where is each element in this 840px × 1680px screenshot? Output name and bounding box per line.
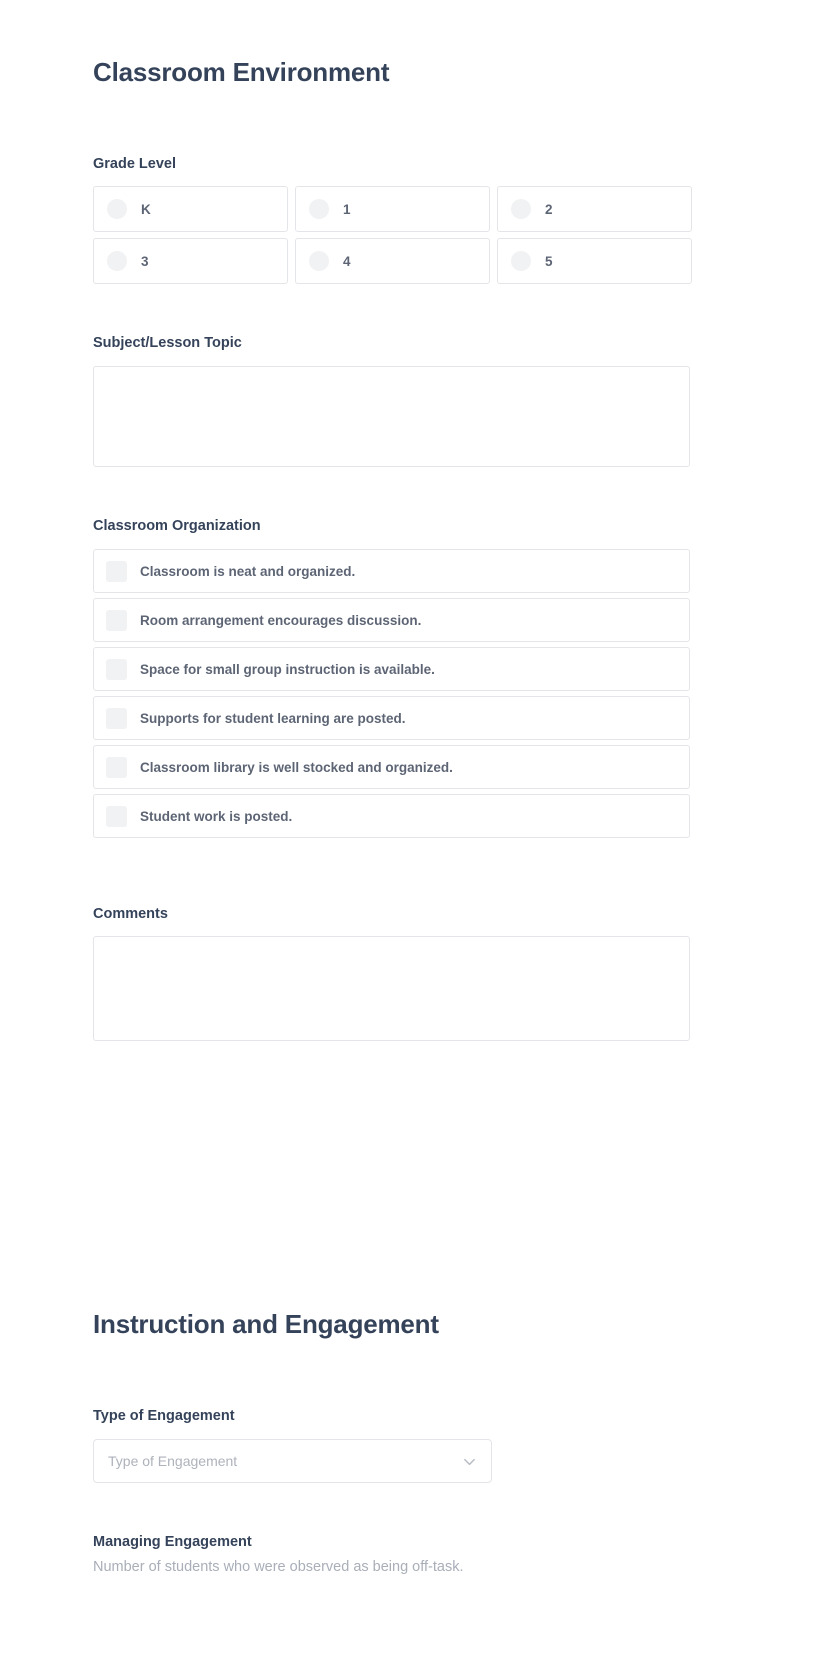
section-title-instruction-and-engagement: Instruction and Engagement [93,1309,439,1339]
radio-circle-icon [511,251,531,271]
checkbox-square-icon [106,658,127,680]
comments-label: Comments [93,906,168,922]
checkbox-label: Space for small group instruction is ava… [140,661,435,677]
classroom-organization-label: Classroom Organization [93,518,261,534]
radio-option-k[interactable]: K [93,186,288,232]
managing-engagement-label: Managing Engagement [93,1534,252,1550]
section-instruction-and-engagement: Instruction and Engagement [93,1310,691,1339]
radio-option-5[interactable]: 5 [497,238,692,284]
radio-circle-icon [107,199,127,219]
radio-circle-icon [309,251,329,271]
checkbox-square-icon [106,805,127,827]
subject-lesson-topic-label: Subject/Lesson Topic [93,335,242,351]
comments-input-wrap [93,936,691,1041]
radio-option-2[interactable]: 2 [497,186,692,232]
chevron-down-icon [464,1458,475,1465]
classroom-organization-checklist: Classroom is neat and organized. Room ar… [93,549,691,838]
radio-label: K [141,201,151,217]
checkbox-row-small-group-space[interactable]: Space for small group instruction is ava… [93,647,690,691]
field-managing-engagement: Managing Engagement Number of students w… [93,1534,691,1577]
type-of-engagement-label: Type of Engagement [93,1408,235,1424]
radio-label: 4 [343,253,351,269]
checkbox-square-icon [106,609,127,631]
type-of-engagement-select-wrap: Type of Engagement [93,1439,691,1483]
radio-circle-icon [107,251,127,271]
checkbox-label: Student work is posted. [140,808,293,824]
radio-label: 2 [545,201,553,217]
checkbox-square-icon [106,756,127,778]
checkbox-row-neat-organized[interactable]: Classroom is neat and organized. [93,549,690,593]
field-grade-level: Grade Level [93,156,691,173]
checkbox-square-icon [106,707,127,729]
checkbox-label: Room arrangement encourages discussion. [140,612,422,628]
radio-circle-icon [309,199,329,219]
field-type-of-engagement: Type of Engagement [93,1408,691,1425]
checkbox-row-classroom-library[interactable]: Classroom library is well stocked and or… [93,745,690,789]
subject-lesson-topic-input-wrap [93,366,691,467]
section-title-classroom-environment: Classroom Environment [93,57,390,87]
field-subject-lesson-topic: Subject/Lesson Topic [93,335,691,352]
radio-option-1[interactable]: 1 [295,186,490,232]
section-classroom-environment: Classroom Environment [93,58,691,87]
grade-level-radio-group: K 1 2 3 4 5 [93,186,692,284]
radio-label: 3 [141,253,149,269]
field-classroom-organization: Classroom Organization [93,518,691,535]
subject-lesson-topic-textarea[interactable] [93,366,690,467]
radio-option-3[interactable]: 3 [93,238,288,284]
checkbox-label: Classroom is neat and organized. [140,563,356,579]
managing-engagement-sublabel: Number of students who were observed as … [93,1559,464,1576]
checkbox-label: Classroom library is well stocked and or… [140,759,453,775]
comments-textarea[interactable] [93,936,690,1041]
type-of-engagement-select[interactable]: Type of Engagement [93,1439,492,1483]
radio-option-4[interactable]: 4 [295,238,490,284]
checkbox-square-icon [106,560,127,582]
grade-level-label: Grade Level [93,156,177,172]
radio-label: 5 [545,253,553,269]
form-page: Classroom Environment Grade Level K 1 2 … [0,0,840,1680]
checkbox-row-supports-posted[interactable]: Supports for student learning are posted… [93,696,690,740]
radio-circle-icon [511,199,531,219]
checkbox-row-student-work-posted[interactable]: Student work is posted. [93,794,690,838]
type-of-engagement-selected-value: Type of Engagement [108,1453,238,1469]
checkbox-row-room-arrangement[interactable]: Room arrangement encourages discussion. [93,598,690,642]
field-comments: Comments [93,906,691,923]
checkbox-label: Supports for student learning are posted… [140,710,406,726]
radio-label: 1 [343,201,351,217]
